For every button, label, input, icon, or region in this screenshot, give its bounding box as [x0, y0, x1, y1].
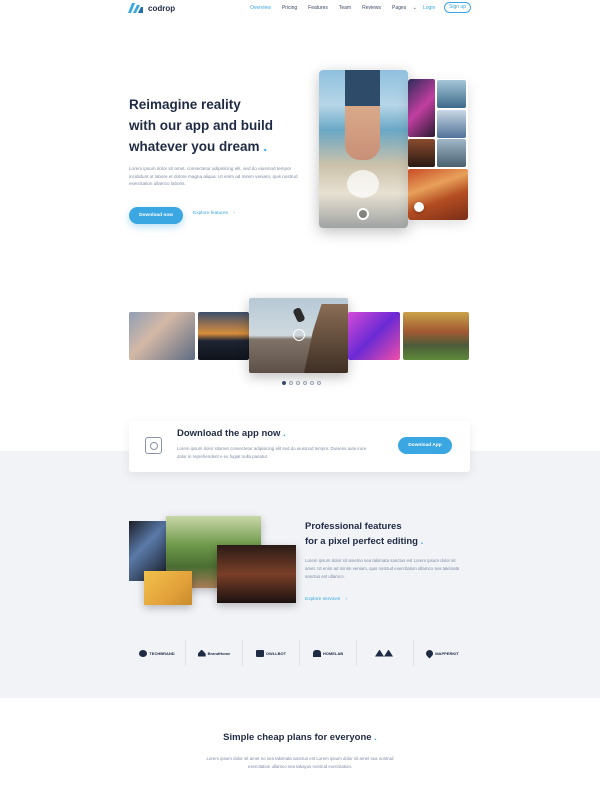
carousel-dot[interactable]: [282, 381, 286, 385]
features-title-line: for a pixel perfect editing .: [305, 534, 423, 549]
download-title-text: Download the app now: [177, 428, 281, 439]
photo-person: [345, 70, 380, 160]
nav-item-features[interactable]: Features: [308, 5, 328, 11]
brand-logo-text: BrandHome: [207, 650, 231, 656]
brand-logos: TECHBRAND BrandHome OWLLBOT HOMELAB MAPP…: [129, 640, 471, 666]
explore-services-label: Explore services: [305, 597, 341, 602]
plans-title: Simple cheap plans for everyone .: [0, 732, 600, 743]
brand-logo-techbrand: TECHBRAND: [129, 640, 186, 666]
brand-name: codrop: [148, 3, 176, 13]
features-title: Professional features for a pixel perfec…: [305, 519, 423, 549]
brand-logo-mapperkit: MAPPERKIT: [414, 640, 471, 666]
chevron-right-icon: ›: [233, 211, 235, 216]
phone-mockup-image: [319, 70, 408, 228]
plans-title-text: Simple cheap plans for everyone: [223, 732, 372, 743]
feature-photo: [217, 545, 296, 603]
download-title: Download the app now .: [177, 428, 286, 439]
hero-title: Reimagine reality with our app and build…: [129, 94, 309, 157]
plans-description: Lorem ipsum dolor sit amet no sea takima…: [206, 756, 394, 769]
mountain-icon: [375, 649, 393, 657]
nav-item-pricing[interactable]: Pricing: [282, 5, 297, 11]
carousel-dot[interactable]: [289, 381, 293, 385]
hero-description: Lorem ipsum dolor sit amet, consectetur …: [129, 166, 298, 187]
nav-item-pages[interactable]: Pages ⌄: [392, 5, 417, 11]
gallery-thumb: [408, 169, 468, 220]
brand-logo[interactable]: codrop: [128, 3, 175, 13]
hero-title-line: whatever you dream .: [129, 136, 309, 157]
nav-item-overview[interactable]: Overview: [250, 5, 271, 11]
gallery-thumb: [437, 139, 466, 167]
brand-logo-text: TECHBRAND: [149, 650, 175, 656]
gallery-panel: [408, 79, 468, 220]
nav-item-reviews[interactable]: Reviews: [362, 5, 381, 11]
carousel-dots: [282, 381, 321, 385]
carousel-dot[interactable]: [303, 381, 307, 385]
gallery-thumb: [408, 79, 435, 137]
gallery-thumb: [437, 110, 466, 138]
chevron-right-icon: ›: [345, 597, 348, 602]
brand-logo-mountain: [357, 640, 414, 666]
explore-features-link[interactable]: Explore features ›: [193, 211, 235, 216]
brand-logo-owllbot: OWLLBOT: [243, 640, 300, 666]
carousel-slide-active[interactable]: [249, 298, 348, 373]
brand-logo-brandhome: BrandHome: [186, 640, 243, 666]
gallery-thumb: [437, 80, 466, 108]
nav-item-pages-label: Pages: [392, 5, 407, 11]
features-title-line: Professional features: [305, 521, 402, 532]
signup-button[interactable]: Sign up: [444, 2, 471, 13]
carousel-dot[interactable]: [296, 381, 300, 385]
photo-diver: [292, 306, 306, 324]
explore-services-link[interactable]: Explore services ›: [305, 597, 347, 602]
accent-dot: .: [420, 536, 424, 547]
hero-title-line: with our app and build: [129, 118, 273, 133]
carousel-slide[interactable]: [129, 312, 195, 360]
logo-icon: [128, 3, 143, 13]
carousel-slide[interactable]: [198, 312, 249, 360]
main-nav: Overview Pricing Features Team Reviews P…: [250, 5, 417, 11]
carousel-slide[interactable]: [403, 312, 469, 360]
carousel-slide[interactable]: [348, 312, 400, 360]
homelab-icon: [312, 649, 321, 657]
hero-title-line: Reimagine reality: [129, 97, 241, 112]
gallery-thumb: [408, 139, 435, 167]
instagram-icon: [145, 437, 162, 454]
play-icon[interactable]: [414, 202, 424, 212]
features-title-text: for a pixel perfect editing: [305, 536, 418, 547]
carousel-dot[interactable]: [310, 381, 314, 385]
play-icon[interactable]: [293, 329, 305, 341]
house-icon: [197, 649, 206, 657]
techbrand-icon: [139, 649, 148, 657]
accent-dot: .: [283, 428, 286, 439]
brand-logo-text: MAPPERKIT: [435, 650, 459, 656]
download-now-button[interactable]: Download now: [129, 207, 183, 224]
nav-item-team[interactable]: Team: [339, 5, 351, 11]
chevron-down-icon: ⌄: [412, 5, 417, 11]
accent-dot: .: [263, 139, 268, 154]
login-link[interactable]: Login: [423, 5, 435, 11]
download-app-button[interactable]: Download App: [398, 437, 452, 454]
hero-title-text: whatever you dream: [129, 139, 260, 154]
brand-logo-homelab: HOMELAB: [300, 640, 357, 666]
feature-photo: [144, 571, 192, 605]
photo-cliff: [304, 304, 348, 373]
carousel-dot[interactable]: [317, 381, 321, 385]
photo-splash: [347, 170, 379, 198]
camera-shutter-icon: [357, 208, 369, 220]
map-pin-icon: [424, 648, 435, 658]
features-description: Lorem ipsum dolor sit ametno sea takimat…: [305, 558, 460, 579]
cube-icon: [255, 649, 264, 657]
accent-dot: .: [374, 732, 377, 743]
brand-logo-text: HOMELAB: [322, 650, 344, 656]
download-description: Lorem ipsum dolor sitamet consectetur ad…: [177, 446, 367, 459]
explore-features-label: Explore features: [193, 211, 228, 216]
brand-logo-text: OWLLBOT: [265, 650, 287, 656]
